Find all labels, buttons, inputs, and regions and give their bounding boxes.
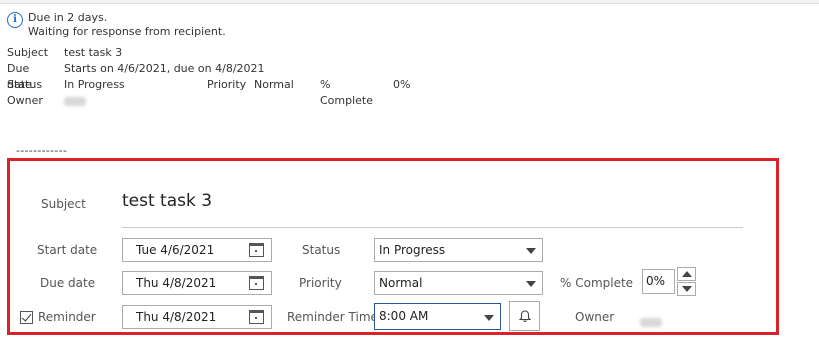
reminder-label: Reminder (38, 310, 96, 324)
reminder-date-value: Thu 4/8/2021 (136, 310, 217, 324)
status-label: Status (302, 243, 341, 257)
complete-label: % Complete (560, 276, 634, 290)
calendar-icon[interactable] (249, 310, 264, 324)
start-date-label: Start date (37, 243, 98, 257)
reminder-time-label: Reminder Time (287, 310, 378, 324)
reminder-time-value: 8:00 AM (379, 309, 429, 323)
complete-spinner (677, 267, 696, 297)
chevron-down-icon (484, 315, 494, 321)
start-date-value: Tue 4/6/2021 (136, 243, 215, 257)
reminder-sound-button[interactable] (509, 301, 540, 331)
subject-label: Subject (41, 197, 86, 211)
status-dropdown[interactable]: In Progress (374, 238, 543, 262)
info-text: Due in 2 days. Waiting for response from… (28, 11, 226, 39)
priority-label: Priority (299, 276, 342, 290)
priority-value: Normal (379, 276, 423, 290)
reminder-date-picker[interactable]: Thu 4/8/2021 (122, 305, 272, 329)
task-edit-form: Subject test task 3 Start date Tue 4/6/2… (7, 158, 779, 335)
subject-field[interactable]: test task 3 (122, 191, 212, 211)
summary-priority-label: Priority (207, 78, 247, 91)
summary-due-value: Starts on 4/6/2021, due on 4/8/2021 (64, 62, 265, 75)
summary-priority-value: Normal (254, 78, 294, 91)
subject-underline (122, 227, 743, 228)
calendar-icon[interactable] (249, 276, 264, 290)
info-line-due: Due in 2 days. (28, 11, 108, 24)
start-date-picker[interactable]: Tue 4/6/2021 (122, 238, 272, 262)
complete-value: 0% (646, 274, 666, 288)
summary-status-label: Status (7, 78, 43, 91)
chevron-down-icon (526, 281, 536, 287)
owner-label: Owner (575, 310, 615, 324)
summary-complete-value: 0% (393, 78, 411, 91)
info-line-waiting: Waiting for response from recipient. (28, 25, 226, 38)
separator: ------------ (16, 144, 68, 157)
chevron-down-icon (526, 248, 536, 254)
summary-owner-label: Owner (7, 94, 43, 107)
summary-owner-value-redacted (64, 93, 86, 109)
complete-input[interactable]: 0% (642, 269, 675, 294)
priority-dropdown[interactable]: Normal (374, 271, 543, 295)
reminder-checkbox[interactable] (20, 311, 33, 324)
due-date-label: Due date (40, 276, 96, 290)
reminder-time-dropdown[interactable]: 8:00 AM (374, 303, 501, 330)
spin-down-button[interactable] (677, 282, 696, 296)
calendar-icon[interactable] (249, 243, 264, 257)
bell-icon (519, 310, 531, 323)
status-value: In Progress (379, 243, 446, 257)
info-banner: i Due in 2 days. Waiting for response fr… (7, 11, 226, 39)
summary-complete-label: % Complete (320, 78, 374, 107)
spin-up-button[interactable] (677, 267, 696, 281)
summary-subject-value: test task 3 (64, 46, 123, 59)
summary-subject-label: Subject (7, 46, 49, 59)
top-border (0, 0, 819, 4)
info-icon: i (7, 12, 23, 28)
summary-status-value: In Progress (64, 78, 125, 91)
owner-value-redacted (640, 312, 662, 331)
due-date-value: Thu 4/8/2021 (136, 276, 217, 290)
due-date-picker[interactable]: Thu 4/8/2021 (122, 271, 272, 295)
